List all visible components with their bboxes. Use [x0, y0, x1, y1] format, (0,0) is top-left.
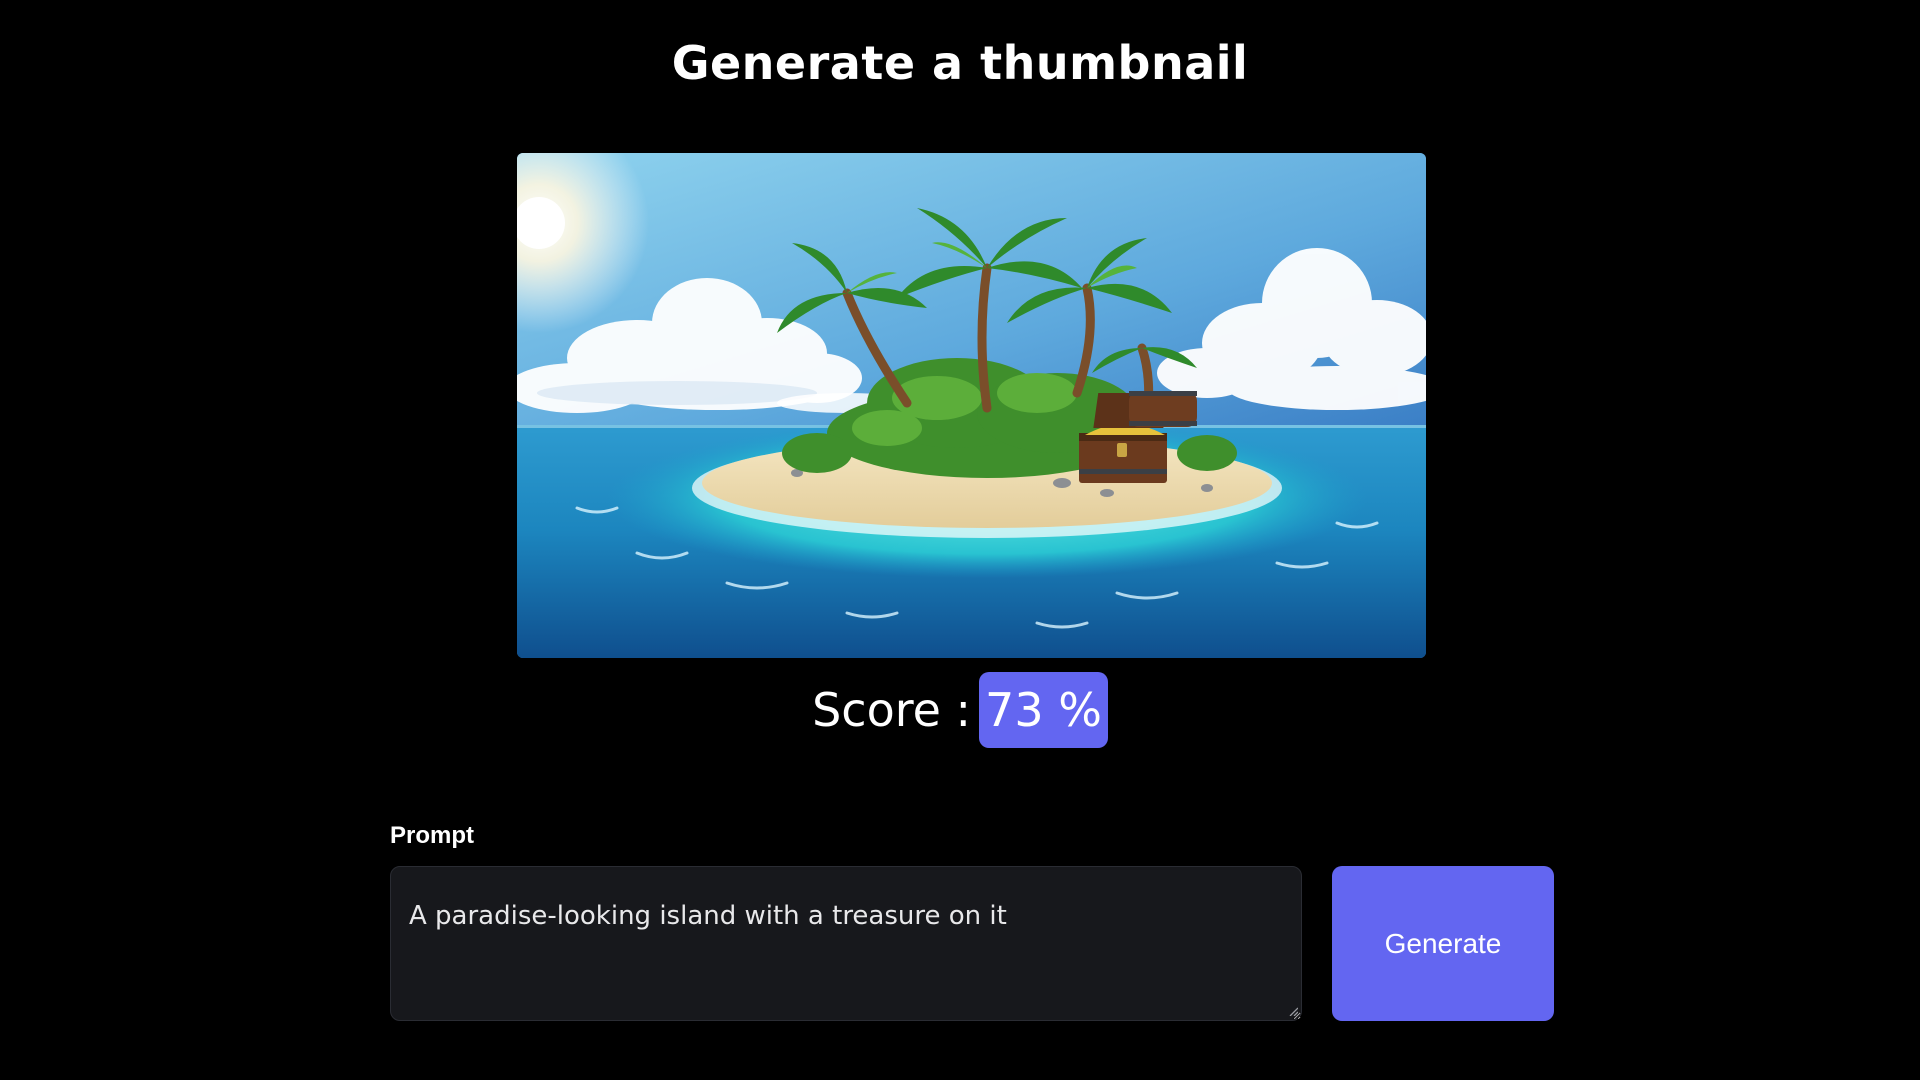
page-title: Generate a thumbnail [671, 36, 1249, 90]
score-badge: 73 % [979, 672, 1108, 748]
score-row: Score : 73 % [0, 672, 1920, 748]
thumbnail-image [517, 153, 1426, 658]
resize-grip-icon[interactable] [1288, 1006, 1298, 1016]
prompt-label: Prompt [390, 822, 474, 849]
page: Generate a thumbnail Score: 73 % Prompt… [0, 0, 1920, 1080]
score-label: Score : [812, 683, 972, 737]
generate-button[interactable]: Generate [1332, 866, 1554, 1021]
prompt-input[interactable]: A paradise-looking island with a treasur… [390, 866, 1302, 1021]
